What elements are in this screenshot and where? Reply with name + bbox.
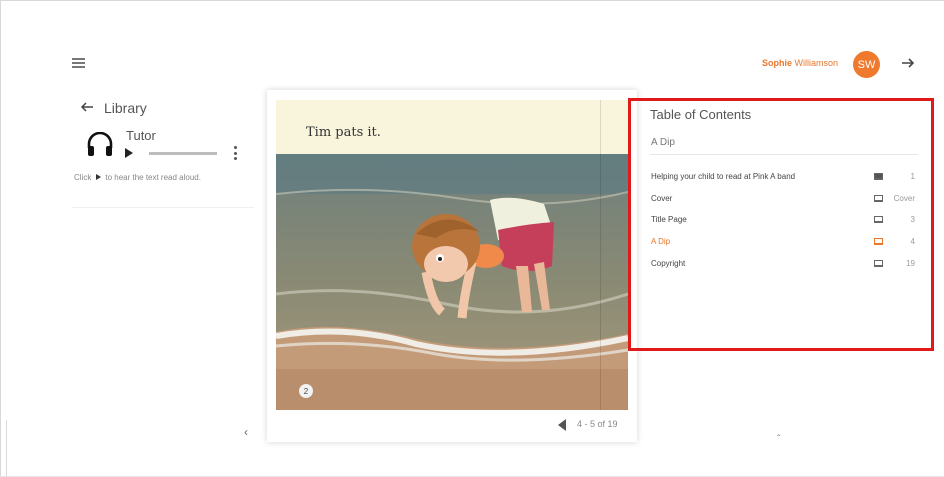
toc-item-active[interactable]: A Dip 4 [651,235,915,249]
laptop-icon [874,216,883,223]
read-aloud-hint: Click to hear the text read aloud. [74,173,201,182]
hint-suffix: to hear the text read aloud. [105,173,201,182]
toc-item-page: 4 [910,237,915,246]
tutor-panel: Library Tutor Click to hear the text read… [72,94,254,208]
toc-item-page: 19 [906,259,915,268]
audio-progress-track[interactable] [149,152,217,155]
page-text: Tim pats it. [306,125,381,140]
toc-current-section: A Dip [651,137,675,148]
mini-play-icon [96,174,102,180]
toc-item[interactable]: Title Page 3 [651,213,915,227]
arrow-right-icon[interactable] [900,55,916,71]
toc-item-label: Copyright [651,259,686,268]
beach-illustration [276,154,628,410]
laptop-icon [874,260,883,267]
toc-item-label: A Dip [651,237,671,246]
laptop-icon [874,238,883,245]
library-link[interactable]: Library [104,100,147,116]
laptop-icon [874,195,883,202]
toc-item-label: Helping your child to read at Pink A ban… [651,172,796,181]
user-first-name: Sophie [762,58,793,68]
toc-item[interactable]: Copyright 19 [651,257,915,271]
toc-item-page: 1 [910,172,915,181]
avatar[interactable]: SW [853,51,880,78]
toc-divider [650,154,918,155]
page-number-badge: 2 [299,384,313,398]
page-range-label: 4 - 5 of 19 [577,419,618,429]
toc-title: Table of Contents [650,107,752,122]
toc-item-label: Title Page [651,215,687,224]
toc-item-page: Cover [893,194,915,203]
toc-item[interactable]: Helping your child to read at Pink A ban… [651,170,915,184]
page-spread-divider [600,100,601,410]
book-icon [874,173,883,180]
play-icon[interactable] [125,148,133,158]
menu-icon[interactable] [72,58,85,68]
toc-item-page: 3 [910,215,915,224]
frame-left-edge [6,420,7,477]
toc-item[interactable]: Cover Cover [651,192,915,206]
collapse-left-icon[interactable]: ‹ [244,425,248,439]
page-illustration [276,154,628,410]
hint-prefix: Click [74,173,92,182]
toc-item-label: Cover [651,194,673,203]
headphones-icon [87,132,113,156]
expand-up-icon[interactable]: ˆ [777,434,780,445]
more-options-icon[interactable] [233,146,237,160]
user-last-name: Williamson [794,58,839,68]
back-arrow-icon[interactable] [80,100,94,114]
previous-page-icon[interactable] [558,419,566,431]
tutor-label: Tutor [126,128,156,143]
user-name: Sophie Williamson [762,58,838,68]
